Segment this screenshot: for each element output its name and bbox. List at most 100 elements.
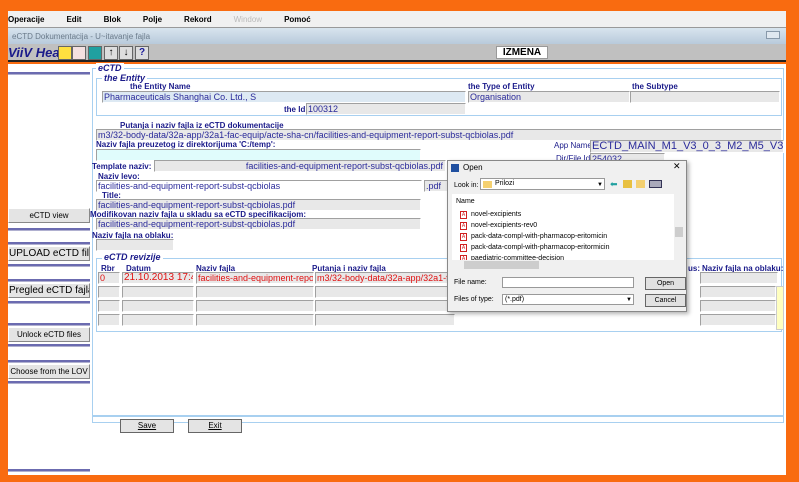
exit-button[interactable]: Exit — [188, 419, 242, 433]
row-naziv[interactable]: facilities-and-equipment-repo — [196, 272, 314, 284]
file-item[interactable]: Anovel-excipients-rev0 — [452, 220, 672, 231]
entity-id-field[interactable]: 100312 — [306, 103, 466, 115]
separator — [8, 264, 90, 267]
empty-cell[interactable] — [315, 300, 455, 312]
file-name-input[interactable] — [502, 277, 634, 288]
empty-cell[interactable] — [196, 286, 314, 298]
empty-cell[interactable] — [98, 314, 120, 326]
app-name-label: App Name — [554, 141, 592, 150]
file-item[interactable]: Anovel-excipients — [452, 209, 672, 220]
folder-icon — [483, 181, 492, 188]
empty-cell[interactable] — [315, 314, 455, 326]
empty-cell[interactable] — [122, 300, 194, 312]
new-folder-icon[interactable] — [636, 180, 645, 188]
unlock-ectd-button[interactable]: Unlock eCTD files — [8, 327, 90, 342]
open-file-dialog: Open ✕ Look in: Prilozi ▼ ⬅ Name Anovel-… — [447, 160, 687, 312]
dialog-title: Open — [463, 163, 483, 172]
entity-name-label: the Entity Name — [130, 82, 191, 91]
scroll-thumb[interactable] — [464, 261, 539, 269]
name-column-header[interactable]: Name — [456, 198, 475, 205]
empty-cell[interactable] — [122, 286, 194, 298]
window-title-bar: eCTD Dokumentacija - U~itavanje fajla — [8, 28, 786, 44]
separator — [8, 344, 90, 347]
arrow-up-icon[interactable]: ↑ — [104, 46, 118, 60]
ectd-view-button[interactable]: eCTD view — [8, 208, 90, 223]
row-datum[interactable]: 21.10.2013 17:42 — [122, 272, 194, 284]
window-title: eCTD Dokumentacija - U~itavanje fajla — [12, 31, 151, 41]
file-item[interactable]: Apack-data-compl-with-pharmacop-eritormi… — [452, 242, 672, 253]
up-folder-icon[interactable] — [623, 180, 632, 188]
pdf-icon: A — [460, 243, 467, 252]
row-cloud[interactable] — [700, 272, 778, 284]
close-icon[interactable]: ✕ — [673, 161, 681, 172]
help-icon[interactable]: ? — [135, 46, 149, 60]
arrow-down-icon[interactable]: ↓ — [119, 46, 133, 60]
separator — [8, 323, 90, 326]
file-name-label: File name: — [454, 279, 487, 286]
menu-operacije[interactable]: Operacije — [8, 15, 44, 24]
entity-type-label: the Type of Entity — [468, 82, 535, 91]
cloud-name-field[interactable] — [96, 239, 174, 251]
separator — [8, 469, 90, 472]
file-type-select[interactable]: (*.pdf) ▼ — [502, 294, 634, 305]
separator — [8, 228, 90, 231]
menu-polje[interactable]: Polje — [143, 15, 162, 24]
pdf-icon: A — [460, 232, 467, 241]
row-putanja[interactable]: m3/32-body-data/32a-app/32a1-f — [315, 272, 455, 284]
separator — [8, 301, 90, 304]
modified-name-field[interactable]: facilities-and-equipment-report-subst-qc… — [96, 218, 421, 230]
empty-cell[interactable] — [196, 300, 314, 312]
template-field[interactable]: facilities-and-equipment-report-subst-qc… — [154, 160, 446, 172]
save-button[interactable]: Save — [120, 419, 174, 433]
look-in-label: Look in: — [454, 182, 479, 189]
horizontal-scrollbar[interactable] — [452, 260, 684, 270]
scroll-thumb[interactable] — [675, 227, 683, 237]
menu-edit[interactable]: Edit — [66, 15, 81, 24]
look-in-select[interactable]: Prilozi ▼ — [480, 178, 605, 190]
empty-cell[interactable] — [98, 286, 120, 298]
entity-name-field[interactable]: Pharmaceuticals Shanghai Co. Ltd., S — [102, 91, 466, 103]
ectd-group-title: eCTD — [96, 63, 124, 73]
file-item[interactable]: Apack-data-compl-with-pharmacop-eritomic… — [452, 231, 672, 242]
file-name: novel-excipients — [471, 211, 522, 218]
pregled-ectd-button[interactable]: Pregled eCTD fajla — [8, 283, 90, 298]
empty-cell[interactable] — [196, 314, 314, 326]
menu-rekord[interactable]: Rekord — [184, 15, 212, 24]
empty-cell[interactable] — [98, 300, 120, 312]
clear-icon[interactable] — [72, 46, 86, 60]
cancel-button[interactable]: Cancel — [645, 294, 686, 307]
open-button[interactable]: Open — [645, 277, 686, 290]
left-name-field[interactable]: facilities-and-equipment-report-subst-qc… — [96, 180, 422, 192]
menu-blok[interactable]: Blok — [104, 15, 121, 24]
empty-cell[interactable] — [315, 286, 455, 298]
empty-cell[interactable] — [122, 314, 194, 326]
view-menu-icon[interactable] — [649, 180, 662, 188]
back-icon[interactable]: ⬅ — [610, 179, 618, 190]
minimize-button[interactable] — [766, 31, 780, 39]
entity-subtype-field[interactable] — [630, 91, 780, 103]
separator — [8, 72, 90, 75]
app-name-field[interactable]: ECTD_MAIN_M1_V3_0_3_M2_M5_V3_2_2 — [590, 140, 784, 153]
empty-cell[interactable] — [700, 314, 776, 326]
sidebar: eCTD view UPLOAD eCTD file Pregled eCTD … — [8, 64, 92, 475]
revisions-title: eCTD revizije — [102, 252, 163, 262]
menu-pomoc[interactable]: Pomoć — [284, 15, 311, 24]
upload-ectd-button[interactable]: UPLOAD eCTD file — [8, 246, 90, 261]
vertical-scrollbar[interactable] — [674, 194, 684, 260]
separator — [8, 381, 90, 384]
pdf-icon: A — [460, 221, 467, 230]
dialog-app-icon — [451, 164, 459, 172]
exit-door-icon[interactable] — [88, 46, 102, 60]
save-icon[interactable] — [58, 46, 72, 60]
row-rbr[interactable]: 0 — [98, 272, 120, 284]
brand-label: ViiV Heal — [8, 45, 64, 60]
file-type-label: Files of type: — [454, 296, 494, 303]
table-scrollbar[interactable] — [776, 286, 784, 330]
choose-lov-button[interactable]: Choose from the LOV — [8, 364, 90, 379]
empty-cell[interactable] — [700, 286, 776, 298]
empty-cell[interactable] — [700, 300, 776, 312]
entity-type-field[interactable]: Organisation — [468, 91, 630, 103]
temp-label: Naziv fajla preuzetog iz direktorijuma '… — [96, 140, 276, 149]
menu-bar: Operacije Edit Blok Polje Rekord Window … — [8, 11, 786, 28]
entity-subtype-label: the Subtype — [632, 82, 678, 91]
